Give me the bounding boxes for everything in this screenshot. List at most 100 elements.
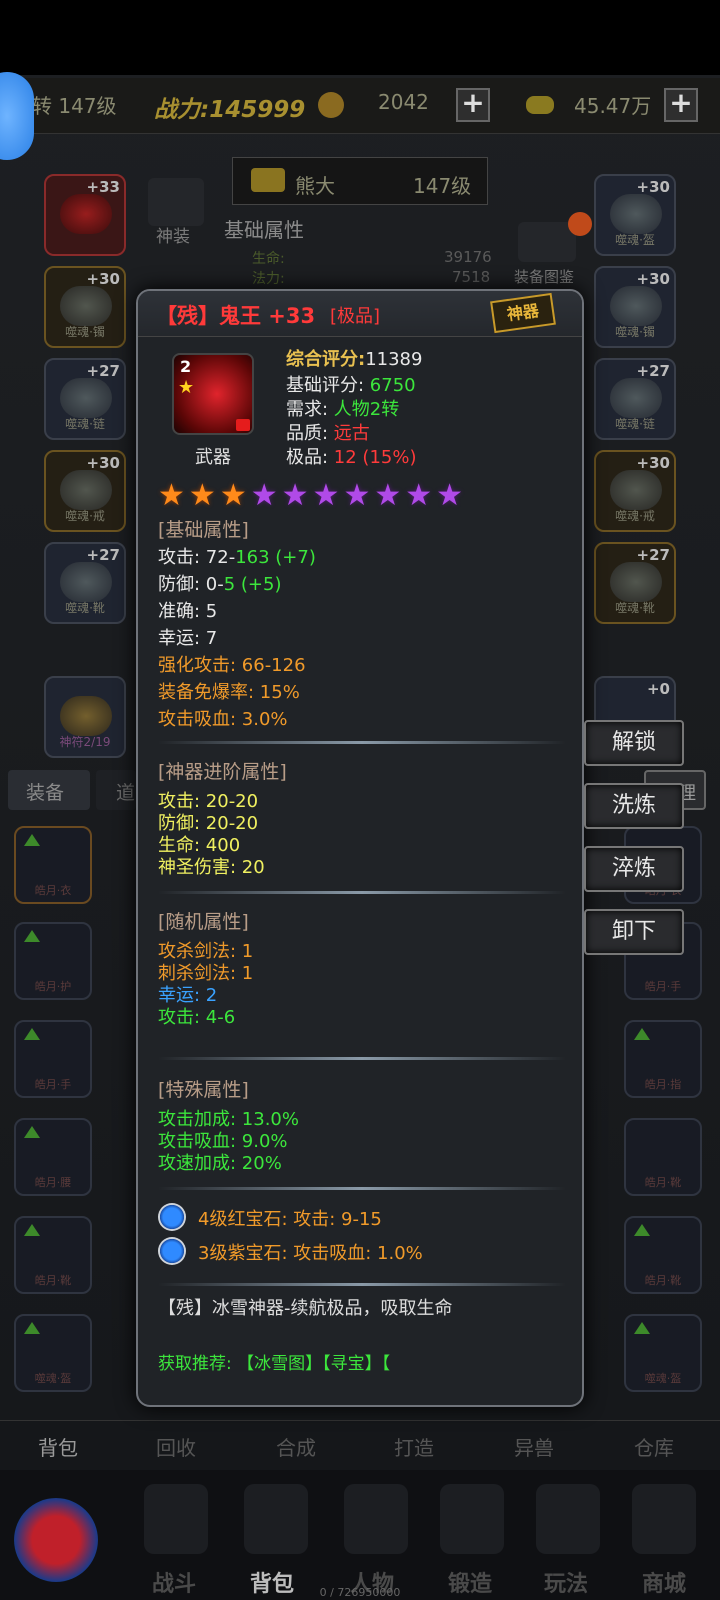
equip-slot[interactable]: +27 噬魂·靴: [44, 542, 126, 624]
bag-item-name: 噬魂·盔: [34, 1372, 72, 1385]
floating-assist-button[interactable]: [0, 72, 34, 160]
bag-item-name: 皓月·靴: [644, 1176, 682, 1189]
bag-item-name: 皓月·手: [644, 980, 682, 993]
acquire-recommendation: 获取推荐: 【冰雪图】【寻宝】【: [158, 1354, 391, 1374]
equip-slot[interactable]: +30 噬魂·戒: [44, 450, 126, 532]
lock-icon: [236, 419, 250, 431]
equip-slot[interactable]: +30 噬魂·镯: [44, 266, 126, 348]
grade-label: 品质:: [286, 423, 334, 444]
coin-icon: [318, 92, 344, 118]
bag-item-name: 噬魂·盔: [644, 1372, 682, 1385]
temper-button[interactable]: 淬炼: [584, 846, 684, 892]
luck-line: 幸运: 7: [158, 628, 218, 649]
star-orange-icon: ★: [219, 478, 251, 513]
yin-yang-icon[interactable]: [14, 1498, 98, 1582]
bag-item[interactable]: 噬魂·盔: [14, 1314, 92, 1392]
bag-item[interactable]: 皓月·护: [14, 922, 92, 1000]
notification-dot: [568, 212, 592, 236]
sword-icon: [251, 168, 285, 192]
bag-item[interactable]: 皓月·衣: [14, 826, 92, 904]
add-gold-button[interactable]: +: [664, 88, 698, 122]
star-icon: ★: [178, 377, 195, 398]
item-icon-level: 2: [180, 357, 192, 376]
upgrade-arrow-icon: [24, 834, 40, 846]
tab-bag[interactable]: 背包: [38, 1432, 78, 1461]
equip-icon: [60, 378, 112, 418]
slot-name: 噬魂·镯: [65, 325, 105, 339]
bag-item[interactable]: 皓月·靴: [624, 1216, 702, 1294]
equip-slot[interactable]: +30 噬魂·盔: [594, 174, 676, 256]
tab-synthesize[interactable]: 合成: [276, 1432, 316, 1461]
bag-item-name: 皓月·靴: [34, 1274, 72, 1287]
bag-item[interactable]: 噬魂·盔: [624, 1314, 702, 1392]
grade-value: 远古: [333, 423, 370, 444]
upgrade-arrow-icon: [634, 1322, 650, 1334]
equip-atlas-icon[interactable]: [518, 222, 576, 262]
exp-readout: 0 / 726950000: [319, 1586, 401, 1599]
mp-label: 法力:: [252, 271, 285, 287]
equip-icon: [610, 378, 662, 418]
equip-slot[interactable]: +27 噬魂·靴: [594, 542, 676, 624]
gem-line: 3级紫宝石: 攻击吸血: 1.0%: [198, 1243, 423, 1264]
bag-item[interactable]: 皓月·指: [624, 1020, 702, 1098]
gem-socket-icon: [158, 1237, 186, 1265]
tab-item[interactable]: 道: [96, 770, 136, 810]
slot-name: 噬魂·镯: [615, 325, 655, 339]
resource-header: 转 147级 战力:145999 2042 + 45.47万 +: [0, 78, 720, 134]
star-purple-icon: ★: [405, 478, 437, 513]
upgrade-arrow-icon: [24, 1126, 40, 1138]
equip-icon: [60, 470, 112, 510]
equip-icon: [60, 286, 112, 326]
attack-line: 攻击: 72-163 (+7): [158, 543, 316, 569]
equip-icon: [610, 562, 662, 602]
tab-forge[interactable]: 打造: [394, 1432, 434, 1461]
add-coin-button[interactable]: +: [456, 88, 490, 122]
bag-item-name: 皓月·靴: [644, 1274, 682, 1287]
equip-slot-weapon[interactable]: +33: [44, 174, 126, 256]
equip-slot[interactable]: +30 噬魂·镯: [594, 266, 676, 348]
unlock-button[interactable]: 解锁: [584, 720, 684, 766]
gold-count: 45.47万: [574, 94, 652, 118]
random-attr-title: [随机属性]: [158, 911, 249, 933]
accuracy-line: 准确: 5: [158, 601, 218, 622]
bag-item-name: 皓月·手: [34, 1078, 72, 1091]
medal-label: 神符2/19: [59, 735, 111, 749]
item-title-bar: 【残】鬼王 +33 [极品] 神器: [138, 291, 582, 337]
god-equip-icon[interactable]: [148, 178, 204, 226]
advance-attr-title: [神器进阶属性]: [158, 761, 287, 783]
tab-equip[interactable]: 装备: [8, 770, 90, 810]
total-score-value: 11389: [365, 349, 423, 370]
bag-item[interactable]: 皓月·靴: [624, 1118, 702, 1196]
excellent-label: 极品:: [286, 447, 334, 468]
equip-icon: [610, 194, 662, 234]
equip-slot[interactable]: +27 噬魂·链: [594, 358, 676, 440]
tab-beast[interactable]: 异兽: [514, 1432, 554, 1461]
upgrade-arrow-icon: [24, 1224, 40, 1236]
base-score: 基础评分: 6750: [286, 371, 416, 397]
equip-slot[interactable]: +30 噬魂·戒: [594, 450, 676, 532]
star-rating: ★★★★★★★★★★: [158, 481, 467, 511]
bag-item-name: 皓月·护: [34, 980, 72, 993]
base-score-label: 基础评分:: [286, 375, 370, 396]
status-bar-area: [0, 0, 720, 75]
item-tooltip: 【残】鬼王 +33 [极品] 神器 2 ★ 武器 综合评分:11389 基础评分…: [136, 289, 584, 1407]
bag-item[interactable]: 皓月·腰: [14, 1118, 92, 1196]
advance-line: 神圣伤害: 20: [158, 857, 265, 878]
bag-icon: [244, 1484, 308, 1554]
tab-warehouse[interactable]: 仓库: [634, 1432, 674, 1461]
refine-button[interactable]: 洗炼: [584, 783, 684, 829]
tab-recycle[interactable]: 回收: [156, 1432, 196, 1461]
hp-value: 39176: [444, 248, 492, 266]
bag-item[interactable]: 皓月·靴: [14, 1216, 92, 1294]
slot-level: +0: [646, 680, 670, 698]
unequip-button[interactable]: 卸下: [584, 909, 684, 955]
lifesteal-line: 攻击吸血: 3.0%: [158, 709, 288, 730]
defense-line: 防御: 0-5 (+5): [158, 570, 282, 596]
requirement-value: 人物2转: [333, 399, 400, 420]
star-purple-icon: ★: [374, 478, 406, 513]
equip-slot[interactable]: +27 噬魂·链: [44, 358, 126, 440]
star-purple-icon: ★: [250, 478, 282, 513]
bag-item-name: 皓月·腰: [34, 1176, 72, 1189]
bag-item[interactable]: 皓月·手: [14, 1020, 92, 1098]
medal-slot[interactable]: 神符2/19: [44, 676, 126, 758]
